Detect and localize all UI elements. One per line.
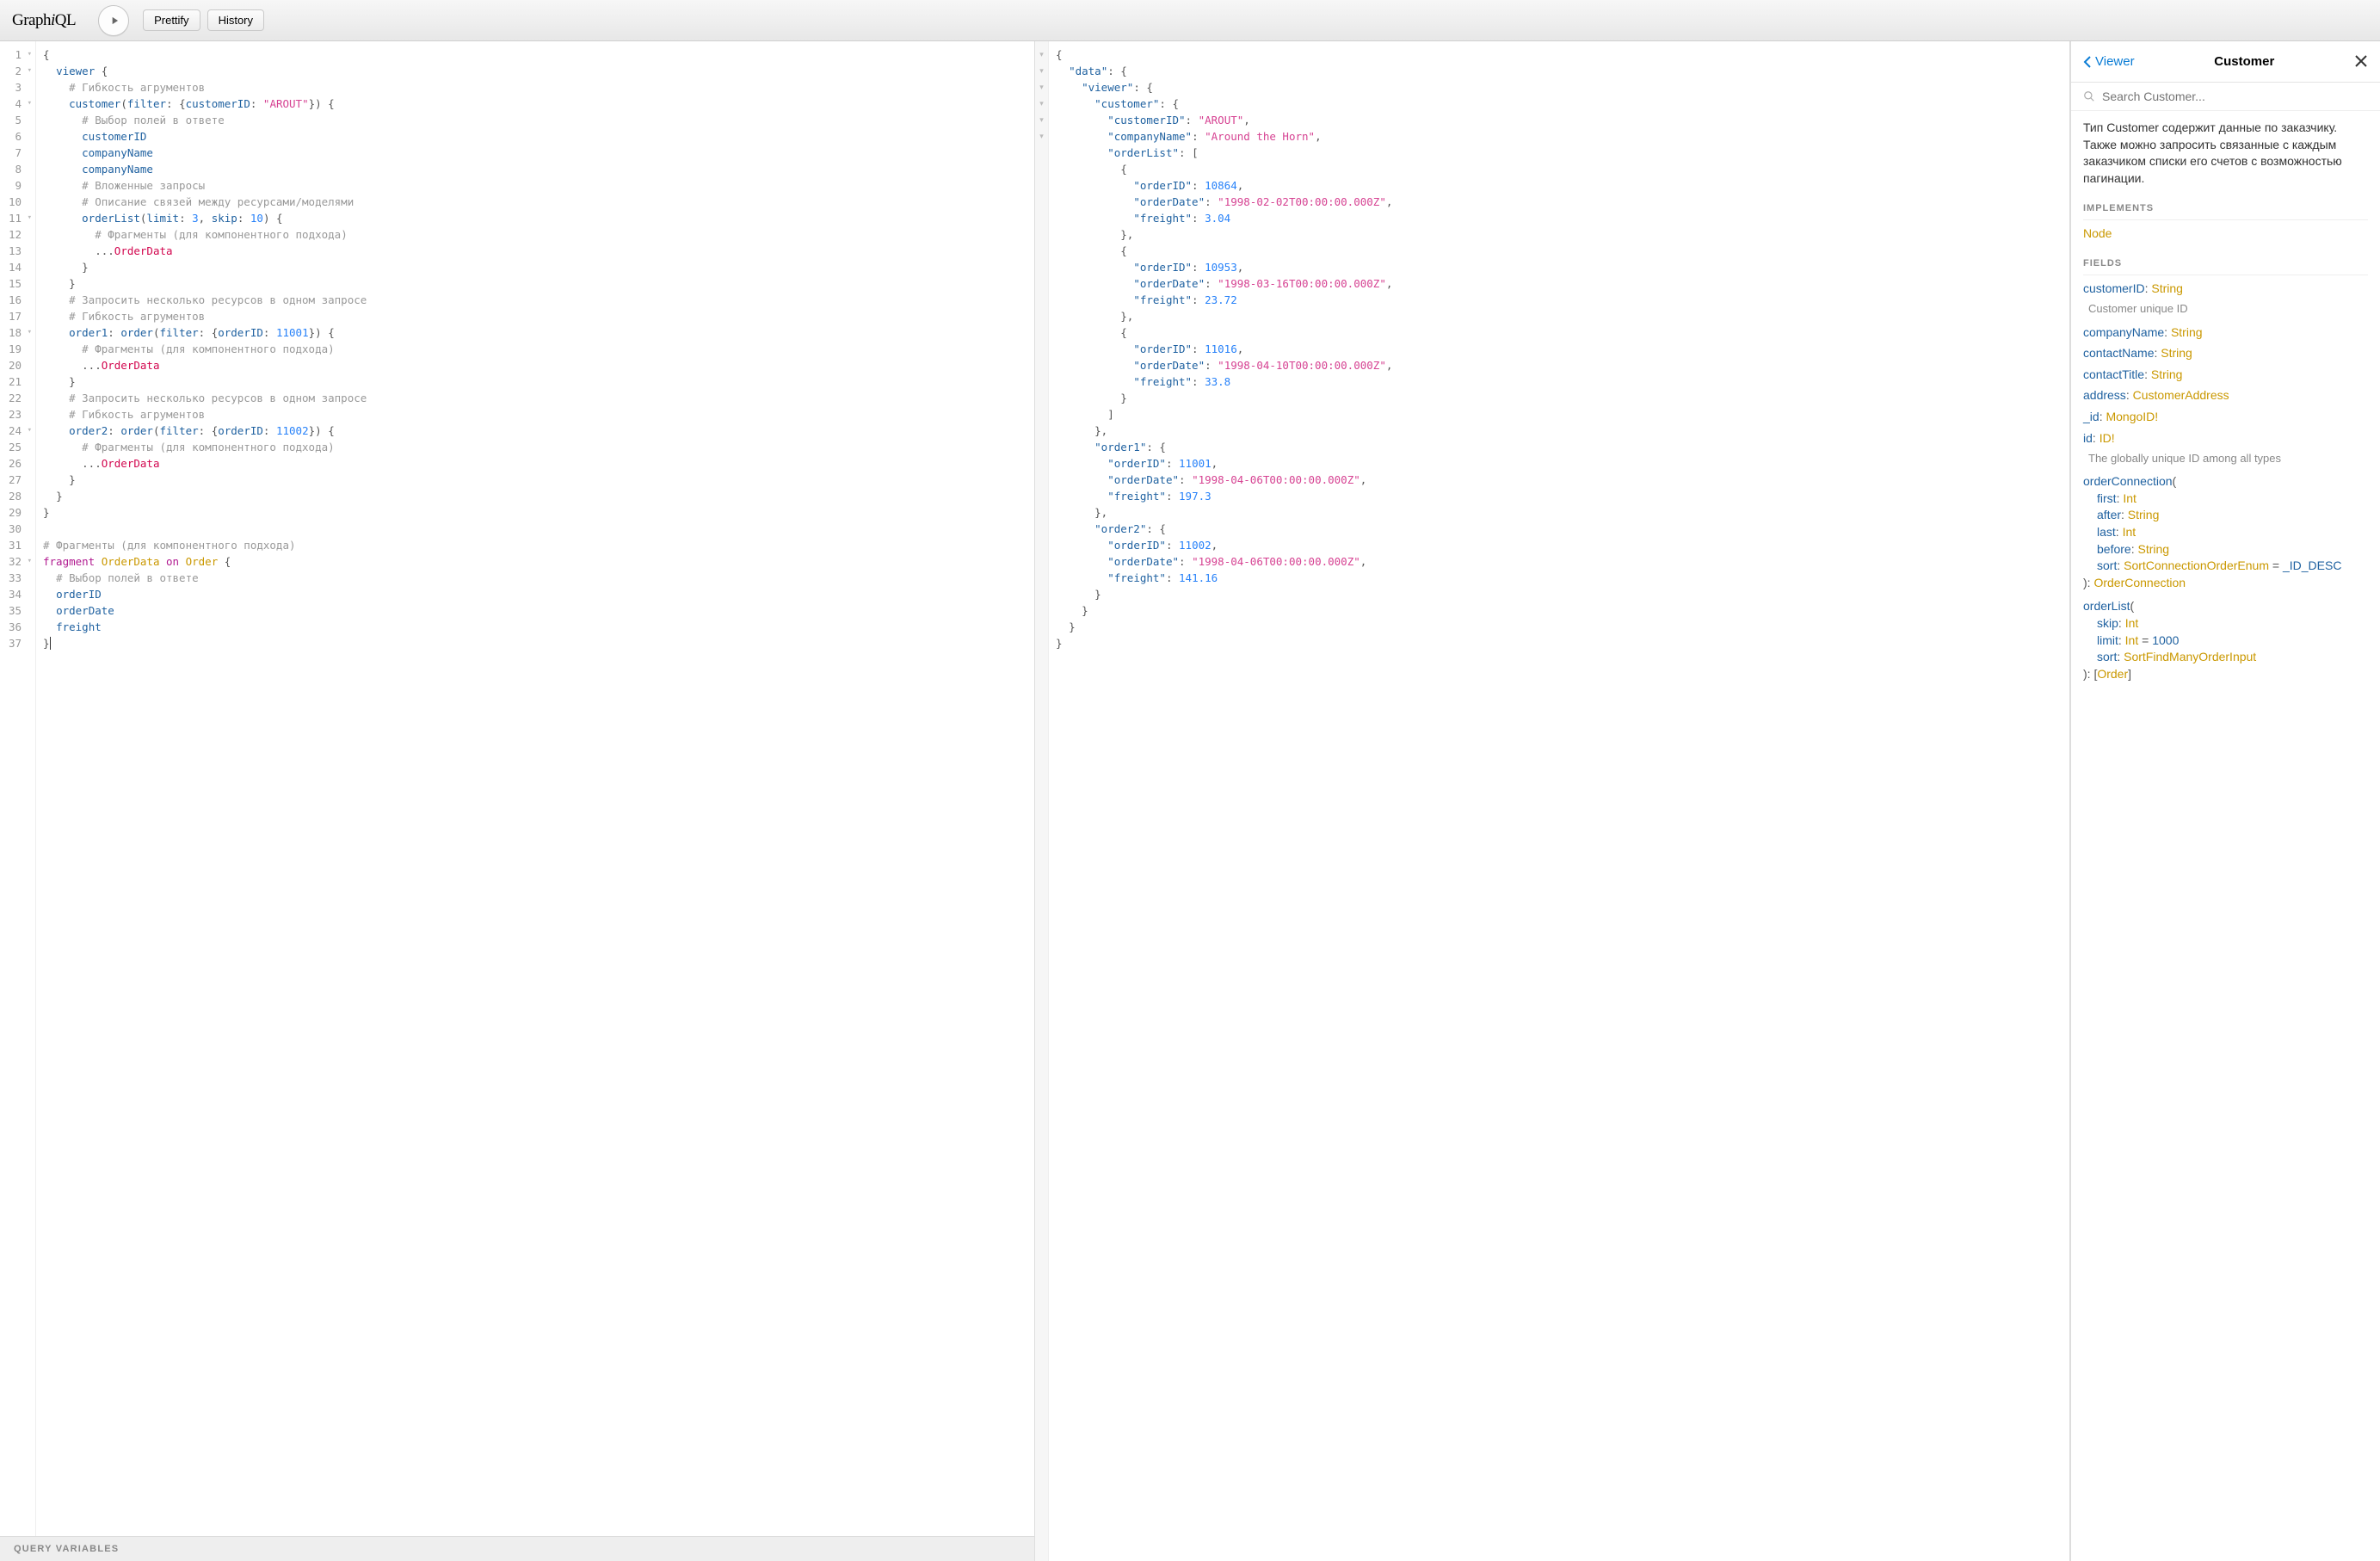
docs-title: Customer [2135,54,2354,69]
query-variables-bar[interactable]: QUERY VARIABLES [0,1536,1034,1561]
field-description: The globally unique ID among all types [2088,451,2368,466]
prettify-button[interactable]: Prettify [143,9,200,31]
docs-header: Viewer Customer [2071,41,2380,83]
docs-close-button[interactable] [2354,52,2368,71]
implements-label: IMPLEMENTS [2083,202,2368,219]
field-row[interactable]: address: CustomerAddress [2083,387,2368,404]
fields-label: FIELDS [2083,257,2368,275]
result-code[interactable]: { "data": { "viewer": { "customer": { "c… [1049,41,2069,1561]
play-icon [108,15,120,27]
line-gutter: 1234567891011121314151617181920212223242… [0,41,36,1536]
docs-search[interactable] [2071,83,2380,111]
topbar: GraphiQL Prettify History [0,0,2380,41]
docs-search-input[interactable] [2102,89,2368,103]
query-pane: 1234567891011121314151617181920212223242… [0,41,1035,1561]
field-description: Customer unique ID [2088,301,2368,317]
result-pane: ▾▾▾▾▾▾ { "data": { "viewer": { "customer… [1035,41,2070,1561]
query-code[interactable]: { viewer { # Гибкость агрументов custome… [36,41,1034,1536]
docs-back-label: Viewer [2095,54,2135,69]
execute-button[interactable] [98,5,129,36]
field-row[interactable]: companyName: String [2083,324,2368,342]
docs-body[interactable]: Тип Customer содержит данные по заказчик… [2071,111,2380,1561]
docs-back-button[interactable]: Viewer [2083,54,2135,69]
close-icon [2354,54,2368,68]
docs-pane: Viewer Customer Тип Customer содержит да… [2070,41,2380,1561]
field-row[interactable]: orderList( skip: Int limit: Int = 1000 s… [2083,598,2368,682]
implements-type-link[interactable]: Node [2083,226,2112,240]
result-fold-gutter: ▾▾▾▾▾▾ [1035,41,1049,1561]
field-row[interactable]: id: ID! [2083,430,2368,447]
type-description: Тип Customer содержит данные по заказчик… [2083,120,2368,187]
app-logo: GraphiQL [12,11,76,30]
main-area: 1234567891011121314151617181920212223242… [0,41,2380,1561]
field-row[interactable]: customerID: String [2083,281,2368,298]
query-editor[interactable]: 1234567891011121314151617181920212223242… [0,41,1034,1536]
field-row[interactable]: contactTitle: String [2083,367,2368,384]
search-icon [2083,90,2095,102]
chevron-left-icon [2083,56,2092,68]
history-button[interactable]: History [207,9,264,31]
field-row[interactable]: orderConnection( first: Int after: Strin… [2083,473,2368,591]
field-row[interactable]: contactName: String [2083,345,2368,362]
field-row[interactable]: _id: MongoID! [2083,409,2368,426]
